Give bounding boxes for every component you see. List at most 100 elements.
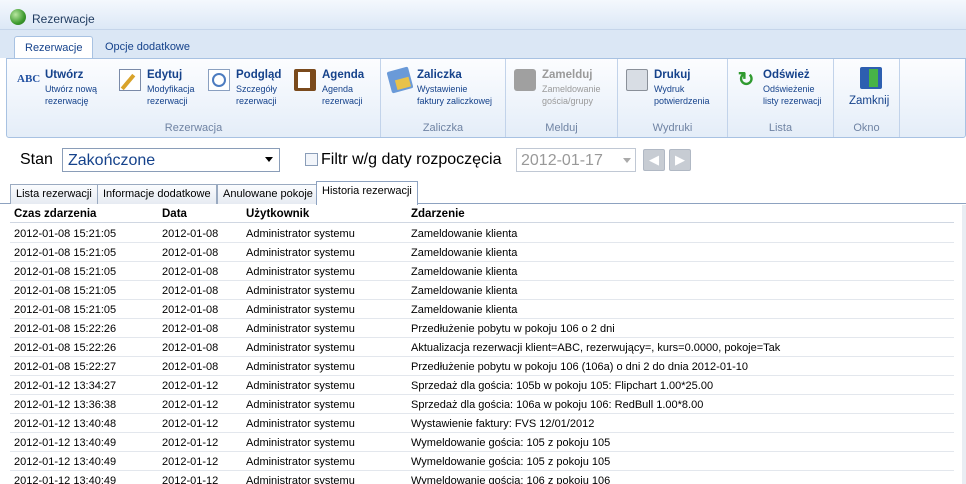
table-row[interactable]: 2012-01-08 15:22:27 2012-01-08 Administrat…	[10, 357, 954, 376]
arrow-left-icon: ◀	[649, 152, 659, 167]
table-cell: Sprzedaż dla gościa: 105b w pokoju 105: …	[411, 380, 714, 392]
create-button-desc: Utwórz nową rezerwację	[45, 84, 98, 106]
group-label-okno: Okno	[853, 122, 880, 134]
ribbon-tab-rezerwacje[interactable]: Rezerwacje	[14, 36, 94, 58]
table-header: Czas zdarzenia Data Użytkownik Zdarzenie	[10, 205, 954, 223]
close-window-button[interactable]: Zamknij	[842, 65, 892, 113]
table-cell: Przedłużenie pobytu w pokoju 106 o 2 dni	[411, 323, 615, 335]
table-cell: 2012-01-12 13:34:27	[14, 380, 117, 392]
table-cell: Administrator systemu	[246, 323, 355, 335]
table-row[interactable]: 2012-01-12 13:40:49 2012-01-12 Administrat…	[10, 452, 954, 471]
table-cell: Administrator systemu	[246, 304, 355, 316]
table-cell: Zameldowanie klienta	[411, 228, 518, 240]
refresh-button[interactable]: ↻ Odśwież Odświeżenie listy rezerwacji	[735, 65, 833, 113]
date-filter-checkbox[interactable]	[305, 153, 318, 166]
advance-invoice-button-desc: Wystawienie faktury zaliczkowej	[417, 84, 493, 106]
preview-button-label: Podgląd	[236, 69, 282, 81]
table-cell: Administrator systemu	[246, 247, 355, 259]
ribbon-tab-strip: Rezerwacje Opcje dodatkowe	[0, 30, 966, 58]
tab-historia-rezerwacji[interactable]: Historia rezerwacji	[316, 181, 418, 205]
table-cell: 2012-01-12 13:40:49	[14, 456, 117, 468]
table-cell: Administrator systemu	[246, 380, 355, 392]
table-cell: 2012-01-12	[162, 380, 219, 392]
luggage-icon	[514, 69, 536, 91]
preview-button[interactable]: Podgląd Szczegóły rezerwacji	[208, 65, 288, 113]
scrollbar-edge[interactable]	[962, 205, 966, 484]
table-row[interactable]: 2012-01-12 13:40:49 2012-01-12 Administrat…	[10, 433, 954, 452]
table-row[interactable]: 2012-01-08 15:21:05 2012-01-08 Administrat…	[10, 224, 954, 243]
table-cell: 2012-01-12	[162, 475, 219, 484]
create-button-label: Utwórz	[45, 69, 84, 81]
table-row[interactable]: 2012-01-12 13:36:38 2012-01-12 Administrat…	[10, 395, 954, 414]
tab-informacje-dodatkowe[interactable]: Informacje dodatkowe	[97, 184, 217, 204]
edit-button[interactable]: Edytuj Modyfikacja rezerwacji	[119, 65, 199, 113]
advance-invoice-button-label: Zaliczka	[417, 69, 462, 81]
edit-button-label: Edytuj	[147, 69, 183, 81]
group-label-lista: Lista	[768, 122, 793, 134]
agenda-icon	[294, 69, 316, 91]
next-date-button[interactable]: ▶	[669, 149, 691, 171]
detail-tabs: Lista rezerwacji Informacje dodatkowe An…	[0, 180, 966, 205]
ribbon-group-wydruki: Drukuj Wydruk potwierdzenia Wydruki	[618, 59, 728, 137]
date-filter-label[interactable]: Filtr w/g daty rozpoczęcia	[321, 151, 502, 169]
table-cell: Przedłużenie pobytu w pokoju 106 (106a) …	[411, 361, 748, 373]
table-cell: 2012-01-08 15:22:26	[14, 323, 117, 335]
table-cell: 2012-01-08	[162, 304, 219, 316]
table-cell: Wymeldowanie gościa: 106 z pokoju 106	[411, 475, 611, 484]
close-window-button-label: Zamknij	[849, 95, 890, 107]
ribbon-group-lista: ↻ Odśwież Odświeżenie listy rezerwacji Li…	[728, 59, 834, 137]
table-cell: 2012-01-08	[162, 285, 219, 297]
table-row[interactable]: 2012-01-08 15:21:05 2012-01-08 Administrat…	[10, 243, 954, 262]
edit-button-desc: Modyfikacja rezerwacji	[147, 84, 195, 106]
globe-icon	[10, 9, 26, 25]
create-button[interactable]: ABC Utwórz Utwórz nową rezerwację	[17, 65, 105, 113]
agenda-button-label: Agenda	[322, 69, 365, 81]
column-header-uzytkownik[interactable]: Użytkownik	[246, 208, 309, 220]
table-cell: 2012-01-08	[162, 266, 219, 278]
table-cell: 2012-01-12 13:36:38	[14, 399, 117, 411]
table-cell: Administrator systemu	[246, 342, 355, 354]
exit-door-icon	[860, 67, 882, 89]
group-label-rezerwacja: Rezerwacja	[164, 122, 223, 134]
table-cell: 2012-01-08	[162, 247, 219, 259]
column-header-czas[interactable]: Czas zdarzenia	[14, 208, 96, 220]
abc-new-icon: ABC	[17, 73, 41, 85]
table-cell: 2012-01-12	[162, 418, 219, 430]
tab-lista-rezerwacji[interactable]: Lista rezerwacji	[10, 184, 98, 204]
print-button[interactable]: Drukuj Wydruk potwierdzenia	[626, 65, 724, 113]
table-row[interactable]: 2012-01-08 15:21:05 2012-01-08 Administrat…	[10, 281, 954, 300]
table-row[interactable]: 2012-01-12 13:34:27 2012-01-12 Administrat…	[10, 376, 954, 395]
table-cell: 2012-01-08 15:21:05	[14, 285, 117, 297]
group-label-melduj: Melduj	[545, 122, 578, 134]
table-row[interactable]: 2012-01-12 13:40:48 2012-01-12 Administrat…	[10, 414, 954, 433]
table-cell: 2012-01-08 15:21:05	[14, 247, 117, 259]
column-header-data[interactable]: Data	[162, 208, 187, 220]
table-row[interactable]: 2012-01-12 13:40:49 2012-01-12 Administrat…	[10, 471, 954, 484]
table-row[interactable]: 2012-01-08 15:22:26 2012-01-08 Administrat…	[10, 338, 954, 357]
ribbon-group-zaliczka: Zaliczka Wystawienie faktury zaliczkowej …	[381, 59, 506, 137]
checkin-button[interactable]: Zamelduj Zameldowanie gościa/grupy	[514, 65, 612, 113]
start-date-picker[interactable]: 2012-01-17	[516, 148, 636, 172]
stan-select[interactable]: Zakończone	[62, 148, 280, 172]
table-row[interactable]: 2012-01-08 15:21:05 2012-01-08 Administrat…	[10, 262, 954, 281]
table-cell: Zameldowanie klienta	[411, 247, 518, 259]
ribbon-group-okno: Zamknij Okno	[834, 59, 900, 137]
invoice-icon	[386, 66, 414, 94]
table-cell: Zameldowanie klienta	[411, 304, 518, 316]
table-cell: Zameldowanie klienta	[411, 285, 518, 297]
advance-invoice-button[interactable]: Zaliczka Wystawienie faktury zaliczkowej	[386, 65, 501, 113]
table-cell: Aktualizacja rezerwacji klient=ABC, reze…	[411, 342, 781, 354]
column-header-zdarzenie[interactable]: Zdarzenie	[411, 208, 465, 220]
table-row[interactable]: 2012-01-08 15:21:05 2012-01-08 Administrat…	[10, 300, 954, 319]
table-cell: 2012-01-12 13:40:49	[14, 437, 117, 449]
printer-icon	[626, 69, 648, 91]
filter-bar: Stan Zakończone Filtr w/g daty rozpoczęc…	[0, 140, 966, 180]
agenda-button[interactable]: Agenda Agenda rezerwacji	[294, 65, 374, 113]
checkin-button-label: Zamelduj	[542, 69, 593, 81]
edit-icon	[119, 69, 141, 91]
prev-date-button[interactable]: ◀	[643, 149, 665, 171]
table-row[interactable]: 2012-01-08 15:22:26 2012-01-08 Administrat…	[10, 319, 954, 338]
tab-anulowane-pokoje[interactable]: Anulowane pokoje	[217, 184, 319, 204]
arrow-right-icon: ▶	[675, 152, 685, 167]
ribbon-tab-opcje-dodatkowe[interactable]: Opcje dodatkowe	[95, 36, 200, 58]
